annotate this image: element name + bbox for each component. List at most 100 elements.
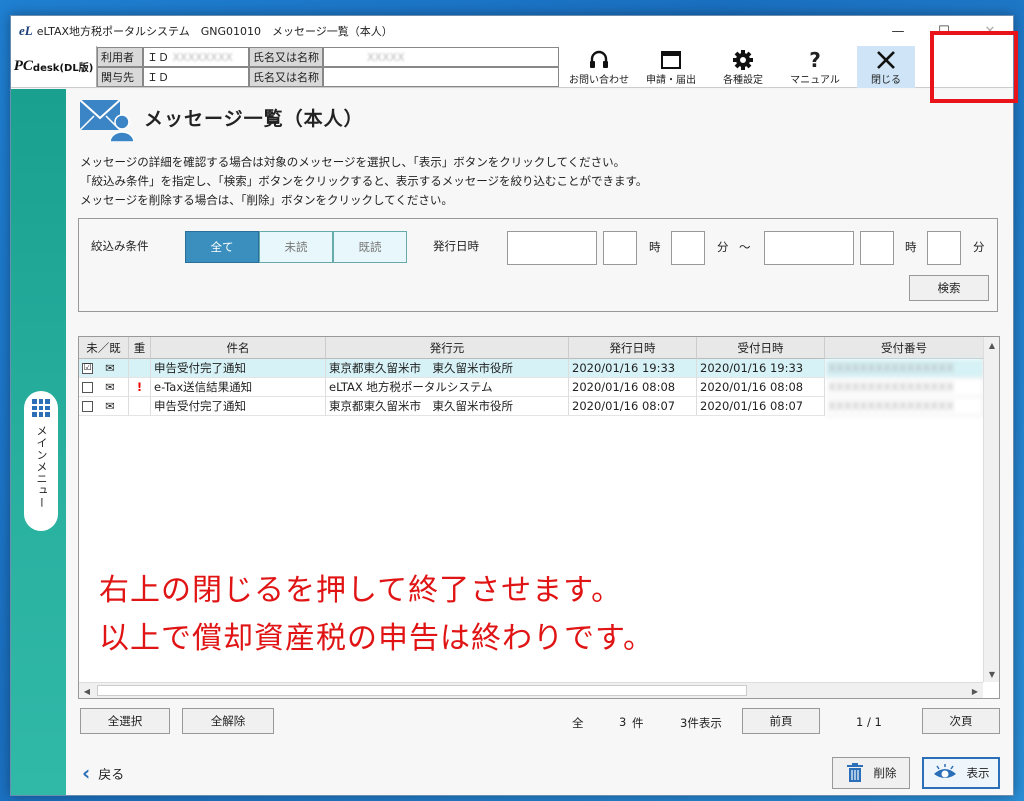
title-bar: eL eLTAX地方税ポータルシステム GNG01010 メッセージ一覧（本人）… bbox=[11, 16, 1013, 46]
chevron-left-icon: ‹ bbox=[82, 761, 91, 785]
manual-button[interactable]: ? マニュアル bbox=[779, 46, 851, 88]
scroll-up-icon[interactable]: ▲ bbox=[984, 337, 1000, 353]
issue-date-label: 発行日時 bbox=[433, 239, 479, 253]
rel-name-label: 氏名又は名称 bbox=[249, 67, 323, 87]
user-id-cell: ＩＤ XXXXXXXX bbox=[143, 47, 249, 67]
from-date-input[interactable] bbox=[507, 231, 597, 265]
opened-envelope-icon: ✉ bbox=[105, 399, 115, 413]
filter-all-button[interactable]: 全て bbox=[185, 231, 259, 263]
scroll-left-icon[interactable]: ◀ bbox=[79, 683, 95, 699]
window-form-icon bbox=[661, 50, 681, 69]
important-mark: ! bbox=[129, 378, 151, 397]
user-info-grid: 利用者 ＩＤ XXXXXXXX 氏名又は名称 XXXXX 関与先 ＩＤ 氏名又は… bbox=[97, 47, 559, 87]
from-hour-input[interactable] bbox=[603, 231, 637, 265]
to-hour-input[interactable] bbox=[860, 231, 894, 265]
window-body: メインメニュー メッセージ一覧（本人） メッセージの詳細を確認する場合は対象のメ… bbox=[11, 89, 1013, 795]
scroll-down-icon[interactable]: ▼ bbox=[984, 666, 1000, 682]
scroll-right-icon[interactable]: ▶ bbox=[967, 683, 983, 699]
row-checkbox[interactable] bbox=[82, 400, 93, 412]
view-button[interactable]: 表示 bbox=[922, 757, 1000, 789]
search-button[interactable]: 検索 bbox=[909, 275, 989, 301]
filter-unread-button[interactable]: 未読 bbox=[259, 231, 333, 263]
prev-page-button[interactable]: 前頁 bbox=[742, 708, 820, 734]
minimize-button[interactable]: — bbox=[875, 16, 921, 46]
vertical-scrollbar[interactable]: ▲ ▼ bbox=[983, 337, 999, 682]
table-row[interactable]: ☑ ✉ 申告受付完了通知 東京都東久留米市 東久留米市役所 2020/01/16 … bbox=[79, 359, 999, 378]
row-received-at: 2020/01/16 08:08 bbox=[697, 378, 825, 397]
to-date-input[interactable] bbox=[764, 231, 854, 265]
shown-count: 3件表示 bbox=[680, 716, 722, 730]
trash-icon bbox=[846, 763, 863, 782]
main-menu-label: メインメニュー bbox=[35, 425, 48, 509]
row-checkbox[interactable]: ☑ bbox=[82, 362, 93, 374]
row-issuer: 東京都東久留米市 東久留米市役所 bbox=[326, 397, 569, 416]
range-tilde: ～ bbox=[739, 240, 751, 254]
delete-button[interactable]: 削除 bbox=[832, 757, 910, 789]
hour-label: 時 bbox=[649, 240, 661, 254]
row-issued-at: 2020/01/16 08:08 bbox=[569, 378, 697, 397]
desc-line-3: メッセージを削除する場合は、「削除」ボタンをクリックしてください。 bbox=[80, 193, 453, 207]
row-received-at: 2020/01/16 19:33 bbox=[697, 359, 825, 378]
instruction-line-1: 右上の閉じるを押して終了させます。 bbox=[99, 573, 623, 608]
brand-text: PC bbox=[13, 58, 33, 74]
desc-line-2: 「絞込み条件」を指定し、「検索」ボタンをクリックすると、表示するメッセージを絞り… bbox=[80, 174, 648, 188]
table-row[interactable]: ✉ 申告受付完了通知 東京都東久留米市 東久留米市役所 2020/01/16 0… bbox=[79, 397, 999, 416]
row-subject: e-Tax送信結果通知 bbox=[151, 378, 326, 397]
next-page-button[interactable]: 次頁 bbox=[922, 708, 1000, 734]
desc-line-1: メッセージの詳細を確認する場合は対象のメッセージを選択し、「表示」ボタンをクリッ… bbox=[80, 155, 626, 169]
col-subject[interactable]: 件名 bbox=[151, 337, 326, 359]
row-issued-at: 2020/01/16 19:33 bbox=[569, 359, 697, 378]
col-issued-at[interactable]: 発行日時 bbox=[569, 337, 697, 359]
apply-button[interactable]: 申請・届出 bbox=[635, 46, 707, 88]
opened-envelope-icon: ✉ bbox=[105, 361, 115, 375]
rel-name-cell bbox=[323, 67, 559, 87]
clear-all-button[interactable]: 全解除 bbox=[182, 708, 274, 734]
toolbar: お問い合わせ 申請・届出 各種設定 ? マニュアル 閉じる bbox=[563, 46, 915, 88]
eye-icon bbox=[933, 764, 956, 778]
col-receipt-number[interactable]: 受付番号 bbox=[825, 337, 984, 359]
app-window: eL eLTAX地方税ポータルシステム GNG01010 メッセージ一覧（本人）… bbox=[10, 15, 1014, 796]
close-label: 閉じる bbox=[871, 74, 901, 86]
page-title: メッセージ一覧（本人） bbox=[144, 107, 364, 130]
row-receipt-number: XXXXXXXXXXXXXXXX bbox=[825, 397, 984, 416]
col-important[interactable]: 重 bbox=[129, 337, 151, 359]
apply-label: 申請・届出 bbox=[646, 74, 696, 86]
row-receipt-number: XXXXXXXXXXXXXXXX bbox=[825, 378, 984, 397]
row-checkbox[interactable] bbox=[82, 381, 93, 393]
row-issuer: 東京都東久留米市 東久留米市役所 bbox=[326, 359, 569, 378]
row-subject: 申告受付完了通知 bbox=[151, 359, 326, 378]
table-row[interactable]: ✉ ! e-Tax送信結果通知 eLTAX 地方税ポータルシステム 2020/0… bbox=[79, 378, 999, 397]
brand-subtext: desk(DL版) bbox=[32, 63, 94, 74]
to-minute-input[interactable] bbox=[927, 231, 961, 265]
back-button[interactable]: ‹ 戻る bbox=[82, 761, 124, 785]
main-menu-button[interactable]: メインメニュー bbox=[24, 391, 58, 531]
from-minute-input[interactable] bbox=[671, 231, 705, 265]
to-minute-label: 分 bbox=[973, 240, 985, 254]
page-header: メッセージ一覧（本人） bbox=[78, 91, 1013, 143]
back-label: 戻る bbox=[98, 767, 125, 783]
close-icon bbox=[877, 50, 895, 69]
message-table: 未／既 重 件名 発行元 発行日時 受付日時 受付番号 ☑ ✉ 申告受付完了通知 … bbox=[78, 336, 1000, 699]
select-all-button[interactable]: 全選択 bbox=[80, 708, 170, 734]
message-user-icon bbox=[79, 99, 134, 142]
to-hour-label: 時 bbox=[905, 240, 917, 254]
total-label: 全 bbox=[572, 716, 584, 730]
settings-button[interactable]: 各種設定 bbox=[707, 46, 779, 88]
filter-read-button[interactable]: 既読 bbox=[333, 231, 407, 263]
col-received-at[interactable]: 受付日時 bbox=[697, 337, 825, 359]
close-app-button[interactable]: 閉じる bbox=[857, 46, 915, 88]
horizontal-scrollbar[interactable]: ◀ ▶ bbox=[79, 682, 983, 698]
instruction-line-2: 以上で償却資産税の申告は終わりです。 bbox=[99, 621, 654, 656]
read-status-toggle: 全て 未読 既読 bbox=[185, 231, 407, 263]
window-title: eLTAX地方税ポータルシステム GNG01010 メッセージ一覧（本人） bbox=[36, 25, 393, 38]
support-button[interactable]: お問い合わせ bbox=[563, 46, 635, 88]
eltax-logo: eL bbox=[19, 23, 33, 38]
manual-label: マニュアル bbox=[790, 74, 840, 86]
col-read-status[interactable]: 未／既 bbox=[79, 337, 129, 359]
row-issuer: eLTAX 地方税ポータルシステム bbox=[326, 378, 569, 397]
scroll-thumb[interactable] bbox=[97, 685, 747, 696]
row-received-at: 2020/01/16 08:07 bbox=[697, 397, 825, 416]
col-issuer[interactable]: 発行元 bbox=[326, 337, 569, 359]
headset-icon bbox=[590, 50, 608, 68]
settings-label: 各種設定 bbox=[723, 74, 763, 86]
